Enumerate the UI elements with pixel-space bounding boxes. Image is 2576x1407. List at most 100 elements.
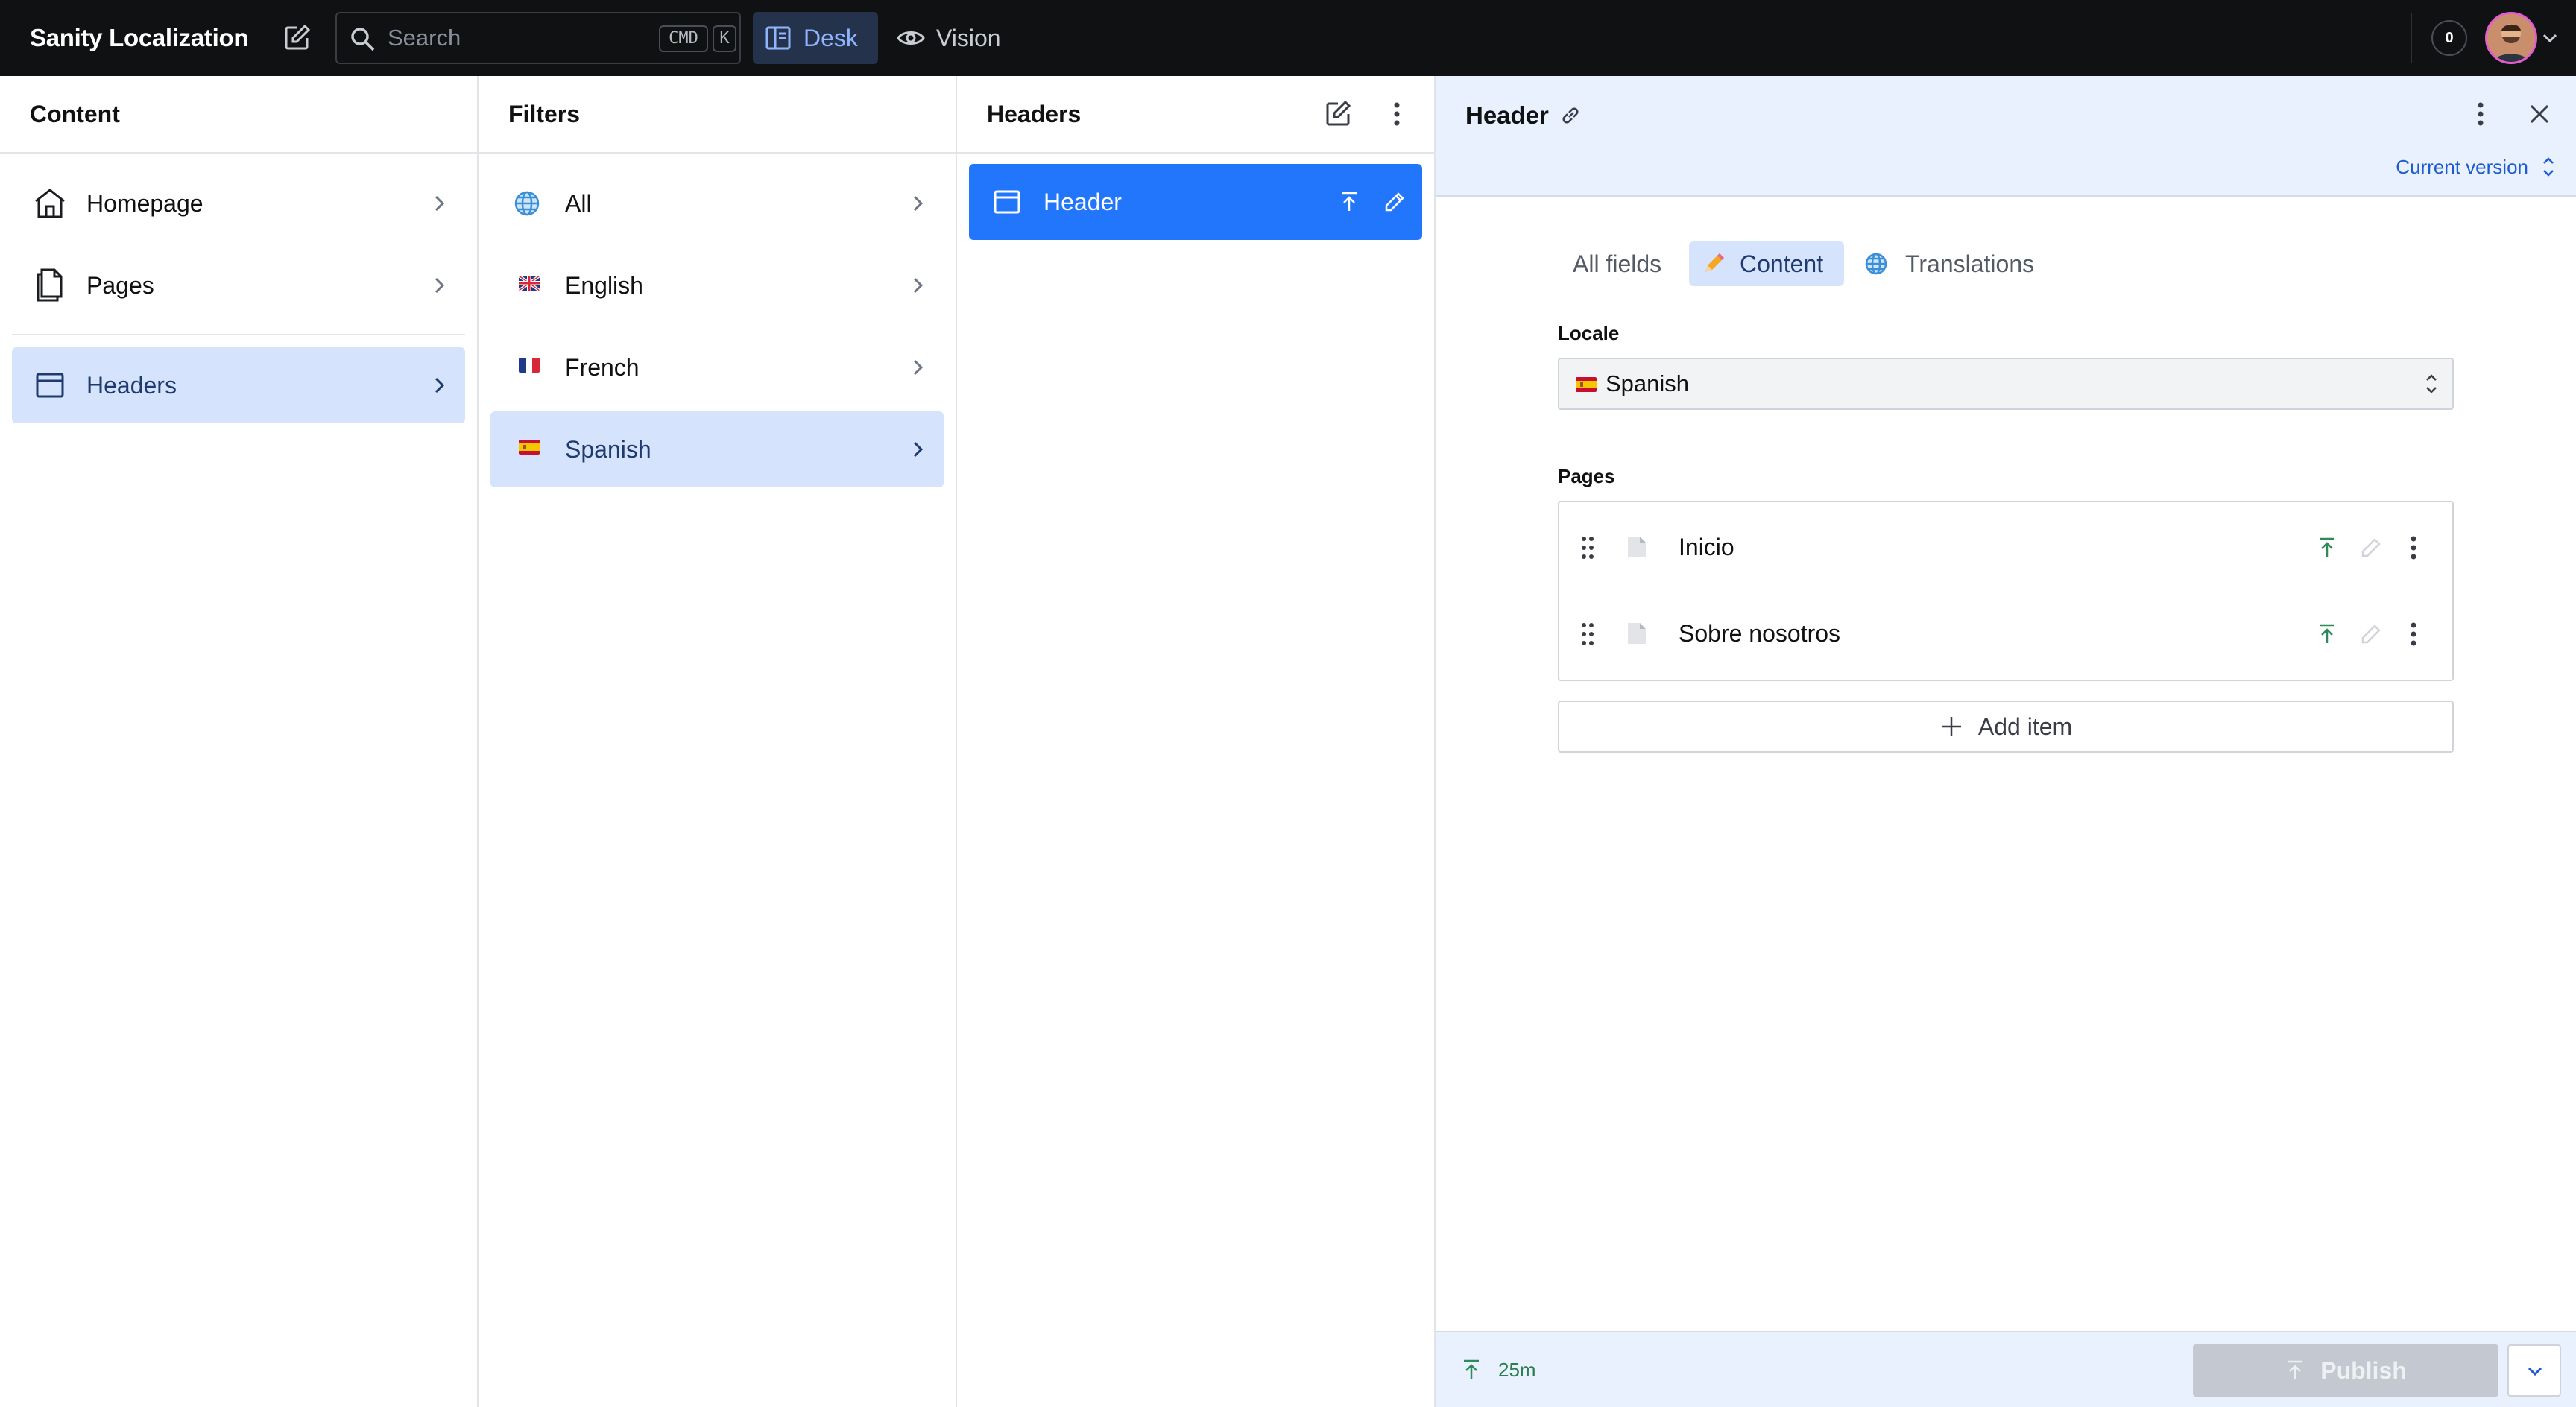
filter-item-label: Spanish: [565, 436, 651, 463]
document-item-label: Header: [1044, 189, 1122, 215]
filter-item-english[interactable]: English: [490, 247, 944, 323]
pencil-emoji-icon: [1701, 251, 1726, 276]
pencil-icon: [2360, 537, 2382, 559]
shortcut-key-k: K: [713, 25, 736, 52]
chevron-right-icon: [429, 194, 449, 213]
home-icon: [31, 185, 69, 222]
app-title[interactable]: Sanity Localization: [30, 0, 248, 76]
header-doc-icon: [991, 186, 1023, 218]
array-item-title: Inicio: [1679, 534, 1734, 560]
document-icon: [1626, 622, 1647, 645]
topbar-divider: [2411, 13, 2412, 63]
publish-icon: [2285, 1359, 2305, 1382]
filter-item-all[interactable]: All: [490, 165, 944, 241]
filter-item-french[interactable]: French: [490, 329, 944, 405]
chevron-right-icon: [429, 276, 449, 295]
tool-vision[interactable]: Vision: [891, 12, 1018, 64]
headers-pane: Headers Header: [957, 76, 1436, 1407]
drag-handle-icon[interactable]: [1580, 535, 1595, 560]
search-icon: [349, 25, 376, 52]
spain-flag-icon: [519, 440, 540, 455]
document-item-header[interactable]: Header: [969, 164, 1422, 240]
add-item-label: Add item: [1977, 712, 2073, 740]
editor-footer: 25m Publish: [1436, 1331, 2576, 1407]
nav-item-pages[interactable]: Pages: [12, 247, 465, 323]
filter-item-label: French: [565, 354, 640, 381]
published-icon: [2317, 537, 2337, 559]
chevron-down-icon[interactable]: [2542, 32, 2558, 44]
drag-handle-icon[interactable]: [1580, 622, 1595, 647]
globe-icon: [1863, 251, 1889, 276]
locale-value: Spanish: [1606, 370, 1690, 396]
nav-item-homepage[interactable]: Homepage: [12, 165, 465, 241]
tab-all-fields[interactable]: All fields: [1570, 241, 1682, 286]
header-doc-icon: [31, 367, 69, 404]
document-icon: [1626, 535, 1647, 559]
chevron-right-icon: [908, 194, 927, 213]
tab-translations[interactable]: Translations: [1863, 241, 2057, 286]
version-selector[interactable]: Current version: [2396, 151, 2555, 183]
notification-badge[interactable]: 0: [2431, 20, 2467, 56]
editor-title-row: Header: [1465, 94, 1582, 137]
spain-flag-icon: [1576, 377, 1597, 392]
nav-item-label: Homepage: [86, 190, 203, 217]
tool-desk-label: Desk: [804, 25, 858, 51]
documents-icon: [31, 267, 69, 304]
compose-icon[interactable]: [282, 23, 312, 53]
pages-label: Pages: [1558, 465, 1615, 487]
publish-menu-button[interactable]: [2507, 1344, 2561, 1397]
nav-divider: [12, 334, 465, 335]
content-pane-title: Content: [30, 101, 120, 127]
filter-item-label: All: [565, 190, 592, 217]
filters-pane: Filters All English French Spanish: [479, 76, 957, 1407]
link-icon[interactable]: [1559, 104, 1582, 127]
published-ago: 25m: [1498, 1358, 1536, 1381]
array-item[interactable]: Sobre nosotros: [1559, 592, 2452, 675]
headers-pane-title: Headers: [987, 101, 1082, 127]
chevron-right-icon: [908, 440, 927, 459]
version-label: Current version: [2396, 155, 2528, 178]
shortcut-key-cmd: CMD: [659, 25, 708, 52]
published-icon: [2317, 623, 2337, 645]
filter-item-label: English: [565, 272, 643, 299]
more-vertical-icon[interactable]: [2409, 622, 2418, 647]
more-vertical-icon[interactable]: [2409, 535, 2418, 560]
filter-item-spanish[interactable]: Spanish: [490, 411, 944, 487]
add-item-button[interactable]: Add item: [1558, 701, 2454, 753]
tool-desk[interactable]: Desk: [753, 12, 878, 64]
editor-header: Header Current version: [1436, 76, 2576, 197]
content-pane-header: Content: [0, 76, 477, 154]
pages-array: Inicio Sobre nosotros: [1558, 501, 2454, 681]
tab-translations-label: Translations: [1905, 250, 2035, 277]
filters-pane-header: Filters: [479, 76, 956, 154]
uk-flag-icon: [519, 276, 540, 291]
locale-select[interactable]: Spanish: [1558, 358, 2454, 410]
more-vertical-icon[interactable]: [1392, 101, 1401, 127]
more-vertical-icon[interactable]: [2476, 101, 2485, 127]
tab-content-label: Content: [1740, 250, 1824, 277]
compose-icon[interactable]: [1324, 100, 1352, 128]
desk-icon: [765, 25, 792, 51]
chevron-down-icon: [2527, 1365, 2543, 1377]
search-input[interactable]: Search CMD K: [335, 12, 741, 64]
document-editor: Header Current version All fields Conten…: [1436, 76, 2576, 1407]
nav-item-label: Pages: [86, 272, 154, 299]
published-icon: [1339, 191, 1360, 213]
tab-content[interactable]: Content: [1689, 241, 1844, 286]
editor-title: Header: [1465, 101, 1549, 129]
plus-icon: [1939, 715, 1963, 739]
france-flag-icon: [519, 358, 540, 373]
user-avatar[interactable]: [2485, 12, 2537, 64]
publish-status[interactable]: 25m: [1461, 1356, 1536, 1383]
chevron-right-icon: [908, 358, 927, 377]
headers-pane-header: Headers: [957, 76, 1434, 154]
publish-button[interactable]: Publish: [2193, 1344, 2498, 1397]
array-item[interactable]: Inicio: [1559, 505, 2452, 589]
chevron-up-down-icon: [2424, 371, 2439, 396]
publish-label: Publish: [2320, 1356, 2407, 1384]
nav-item-headers[interactable]: Headers: [12, 347, 465, 423]
content-pane: Content Homepage Pages Headers: [0, 76, 479, 1407]
locale-label: Locale: [1558, 322, 1620, 344]
top-navbar: Sanity Localization Search CMD K Desk Vi…: [0, 0, 2576, 76]
close-icon[interactable]: [2528, 103, 2551, 125]
